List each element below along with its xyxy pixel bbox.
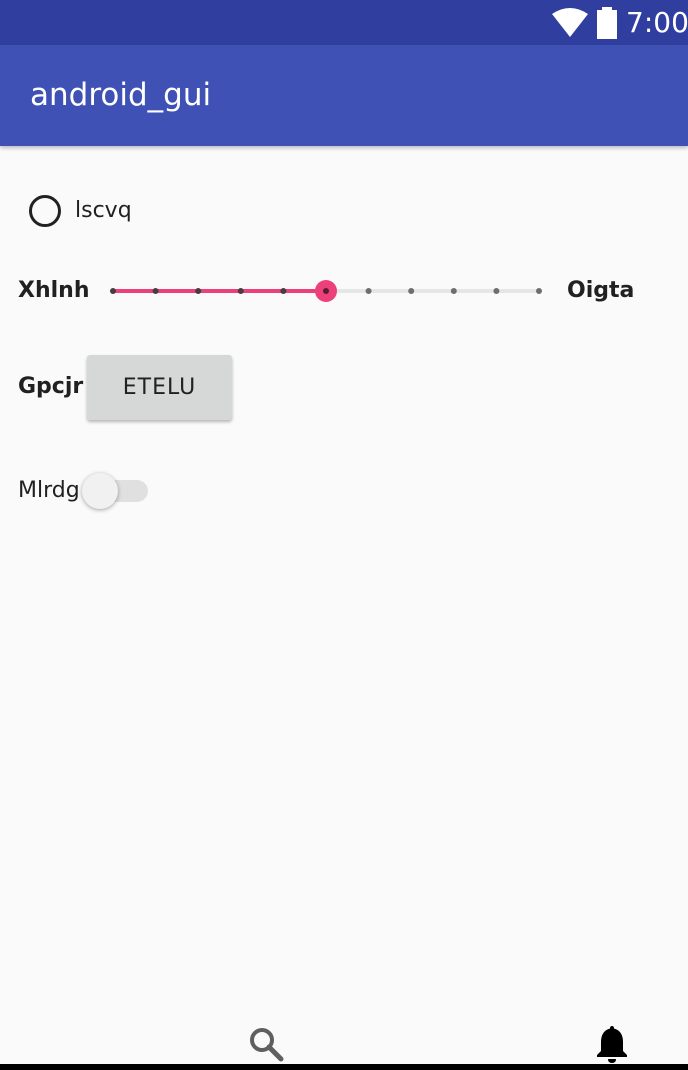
status-time: 7:00 — [626, 6, 688, 39]
slider-thumb-center — [323, 288, 329, 294]
slider-left-label: Xhlnh — [18, 278, 90, 303]
switch-thumb[interactable] — [82, 473, 118, 509]
discrete-slider[interactable] — [105, 276, 547, 306]
slider-tick — [536, 288, 542, 294]
button-row-label: Gpcjr — [18, 374, 84, 399]
bottom-divider — [0, 1064, 688, 1070]
slider-tick — [152, 288, 159, 294]
status-bar: 7:00 — [0, 0, 688, 45]
slider-tick — [237, 288, 244, 294]
etelu-button[interactable]: ETELU — [87, 355, 232, 420]
slider-right-label: Oigta — [567, 278, 635, 303]
slider-tick — [280, 288, 287, 294]
slider-tick — [408, 288, 415, 294]
slider-tick — [195, 288, 202, 294]
radio-button[interactable] — [29, 195, 61, 227]
wifi-icon — [552, 8, 588, 37]
switch-label: Mlrdg — [18, 478, 80, 503]
search-icon[interactable] — [248, 1026, 284, 1062]
app-title: android_gui — [30, 77, 212, 113]
slider-tick — [110, 288, 116, 294]
slider-tick — [493, 288, 500, 294]
slider-tick — [365, 288, 372, 294]
bell-icon[interactable] — [594, 1024, 630, 1064]
battery-icon — [597, 7, 617, 39]
slider-tick — [450, 288, 457, 294]
radio-label[interactable]: lscvq — [75, 197, 132, 225]
app-bar: android_gui — [0, 45, 688, 146]
